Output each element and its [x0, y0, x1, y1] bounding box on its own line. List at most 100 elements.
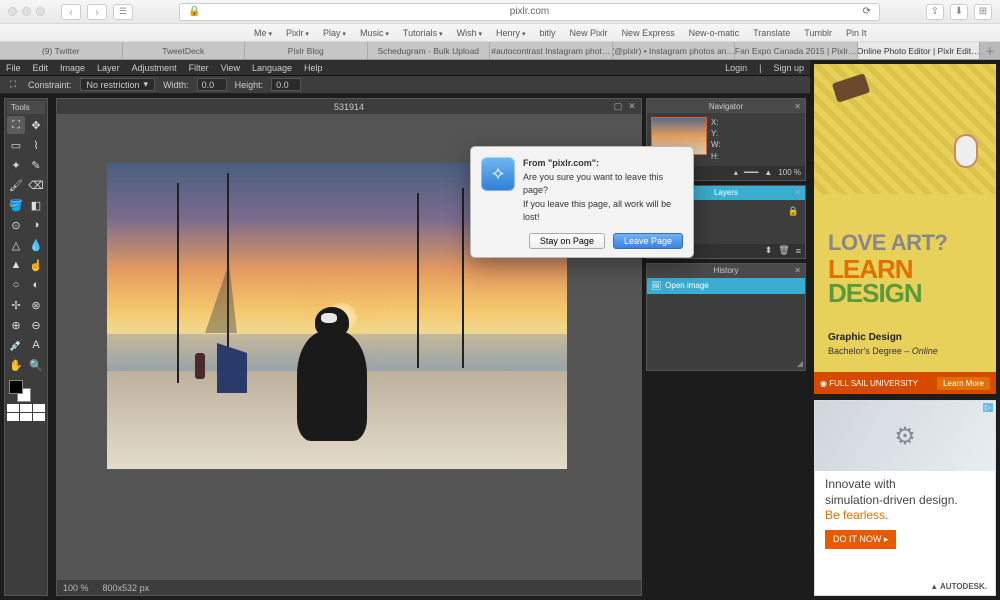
- panel-close-icon[interactable]: ✕: [794, 266, 801, 275]
- lock-icon[interactable]: 🔒: [788, 206, 799, 217]
- bookmark-item[interactable]: Me: [254, 28, 272, 38]
- zoom-out-icon[interactable]: ▴: [734, 168, 738, 177]
- tool-pinch[interactable]: ⊖: [27, 316, 45, 334]
- tool-move[interactable]: ✥: [27, 116, 45, 134]
- bookmark-item[interactable]: New Pixlr: [570, 28, 608, 38]
- tool-sponge[interactable]: ○: [7, 276, 25, 294]
- tool-redeye[interactable]: ✢: [7, 296, 25, 314]
- history-item[interactable]: 🖼 Open image: [647, 278, 805, 294]
- tool-hand[interactable]: ✋: [7, 356, 25, 374]
- maximize-icon[interactable]: ▢: [613, 101, 623, 112]
- reload-icon[interactable]: ⟳: [863, 6, 871, 17]
- forward-button[interactable]: ›: [87, 4, 107, 20]
- menu-language[interactable]: Language: [252, 63, 292, 73]
- tool-replace[interactable]: ◑: [27, 216, 45, 234]
- bookmark-item[interactable]: Tutorials: [403, 28, 443, 38]
- bookmark-item[interactable]: Henry: [496, 28, 525, 38]
- tool-lasso[interactable]: ⌇: [27, 136, 45, 154]
- bookmark-item[interactable]: Pixlr: [286, 28, 309, 38]
- tool-brush[interactable]: 🖌: [7, 176, 25, 194]
- browser-tab-active[interactable]: Online Photo Editor | Pixlr Edit…: [858, 42, 981, 59]
- panel-close-icon[interactable]: ✕: [794, 102, 801, 111]
- bookmark-item[interactable]: Play: [323, 28, 346, 38]
- menu-file[interactable]: File: [6, 63, 21, 73]
- tool-smudge[interactable]: ☝: [27, 256, 45, 274]
- tool-bucket[interactable]: 🪣: [7, 196, 25, 214]
- ad-fullsail[interactable]: LOVE ART? LEARN DESIGN Graphic Design Ba…: [814, 64, 996, 394]
- merge-icon[interactable]: ⬍: [765, 245, 773, 256]
- browser-tab[interactable]: (@pixlr) • Instagram photos an…: [613, 42, 736, 59]
- zoom-slider[interactable]: ━━━: [744, 168, 758, 177]
- bookmark-item[interactable]: Wish: [457, 28, 482, 38]
- tool-eraser[interactable]: ⌫: [27, 176, 45, 194]
- new-tab-button[interactable]: ＋: [980, 42, 1000, 59]
- mini-palette[interactable]: [7, 404, 45, 421]
- bookmark-item[interactable]: Tumblr: [804, 28, 832, 38]
- leave-button[interactable]: Leave Page: [613, 233, 683, 249]
- zoom-level[interactable]: 100 %: [63, 583, 89, 593]
- bookmark-item[interactable]: bitly: [540, 28, 556, 38]
- do-it-now-button[interactable]: DO IT NOW ▸: [825, 530, 896, 549]
- tool-blur[interactable]: 💧: [27, 236, 45, 254]
- color-swatches[interactable]: [7, 378, 45, 400]
- menu-image[interactable]: Image: [60, 63, 85, 73]
- resize-handle-icon[interactable]: ◢: [797, 359, 803, 368]
- delete-layer-icon[interactable]: 🗑: [778, 245, 789, 256]
- menu-help[interactable]: Help: [304, 63, 323, 73]
- bookmark-item[interactable]: Translate: [753, 28, 790, 38]
- login-link[interactable]: Login: [725, 63, 747, 73]
- menu-view[interactable]: View: [221, 63, 240, 73]
- address-bar[interactable]: 🔒 pixlr.com ⟳: [179, 3, 880, 21]
- browser-tab[interactable]: TweetDeck: [123, 42, 246, 59]
- browser-tab[interactable]: Schedugram - Bulk Upload: [368, 42, 491, 59]
- tool-crop[interactable]: ⛶: [7, 116, 25, 134]
- close-icon[interactable]: ✕: [627, 101, 637, 112]
- foreground-swatch[interactable]: [9, 380, 23, 394]
- window-traffic-lights[interactable]: [8, 7, 45, 16]
- stay-button[interactable]: Stay on Page: [529, 233, 605, 249]
- constraint-dropdown[interactable]: No restriction▾: [80, 78, 156, 91]
- document-titlebar[interactable]: 531914 ▢✕: [56, 98, 642, 114]
- tool-type[interactable]: A: [27, 336, 45, 354]
- bookmark-item[interactable]: Pin It: [846, 28, 867, 38]
- menu-layer[interactable]: Layer: [97, 63, 120, 73]
- menu-filter[interactable]: Filter: [189, 63, 209, 73]
- zoom-in-icon[interactable]: ▲: [764, 168, 772, 177]
- tool-dodge[interactable]: ◐: [27, 276, 45, 294]
- menu-adjustment[interactable]: Adjustment: [132, 63, 177, 73]
- tool-pencil[interactable]: ✎: [27, 156, 45, 174]
- tool-wand[interactable]: ✦: [7, 156, 25, 174]
- tool-draw[interactable]: △: [7, 236, 25, 254]
- downloads-button[interactable]: ⬇: [950, 4, 968, 20]
- bookmark-item[interactable]: Music: [360, 28, 389, 38]
- bookmark-item[interactable]: New-o-matic: [689, 28, 740, 38]
- browser-tab[interactable]: #autocontrast Instagram phot…: [490, 42, 613, 59]
- signup-link[interactable]: Sign up: [773, 63, 804, 73]
- layer-settings-icon[interactable]: ≡: [796, 246, 801, 256]
- tool-clone[interactable]: ⊙: [7, 216, 25, 234]
- menu-edit[interactable]: Edit: [33, 63, 49, 73]
- browser-tab[interactable]: Pixlr Blog: [245, 42, 368, 59]
- ad-autodesk[interactable]: ▷ ⚙ Innovate withsimulation-driven desig…: [814, 400, 996, 596]
- adchoices-icon[interactable]: ▷: [983, 403, 993, 412]
- sidebar-button[interactable]: ☰: [113, 4, 133, 20]
- tool-picker[interactable]: 💉: [7, 336, 25, 354]
- browser-tab[interactable]: (9) Twitter: [0, 42, 123, 59]
- tool-marquee[interactable]: ▭: [7, 136, 25, 154]
- tool-sharpen[interactable]: ▲: [7, 256, 25, 274]
- browser-tab[interactable]: Fan Expo Canada 2015 | Pixlr…: [735, 42, 858, 59]
- height-input[interactable]: 0.0: [271, 78, 301, 91]
- width-input[interactable]: 0.0: [197, 78, 227, 91]
- tool-gradient[interactable]: ◧: [27, 196, 45, 214]
- bookmark-item[interactable]: New Express: [622, 28, 675, 38]
- tool-spot[interactable]: ⊛: [27, 296, 45, 314]
- share-button[interactable]: ⇪: [926, 4, 944, 20]
- tool-bloat[interactable]: ⊕: [7, 316, 25, 334]
- navigator-title: Navigator: [709, 102, 743, 111]
- panel-close-icon[interactable]: ✕: [794, 188, 801, 197]
- back-button[interactable]: ‹: [61, 4, 81, 20]
- menu-separator: |: [759, 63, 761, 73]
- tabs-button[interactable]: ⊞: [974, 4, 992, 20]
- learn-more-button[interactable]: Learn More: [937, 377, 990, 390]
- tool-zoom[interactable]: 🔍: [27, 356, 45, 374]
